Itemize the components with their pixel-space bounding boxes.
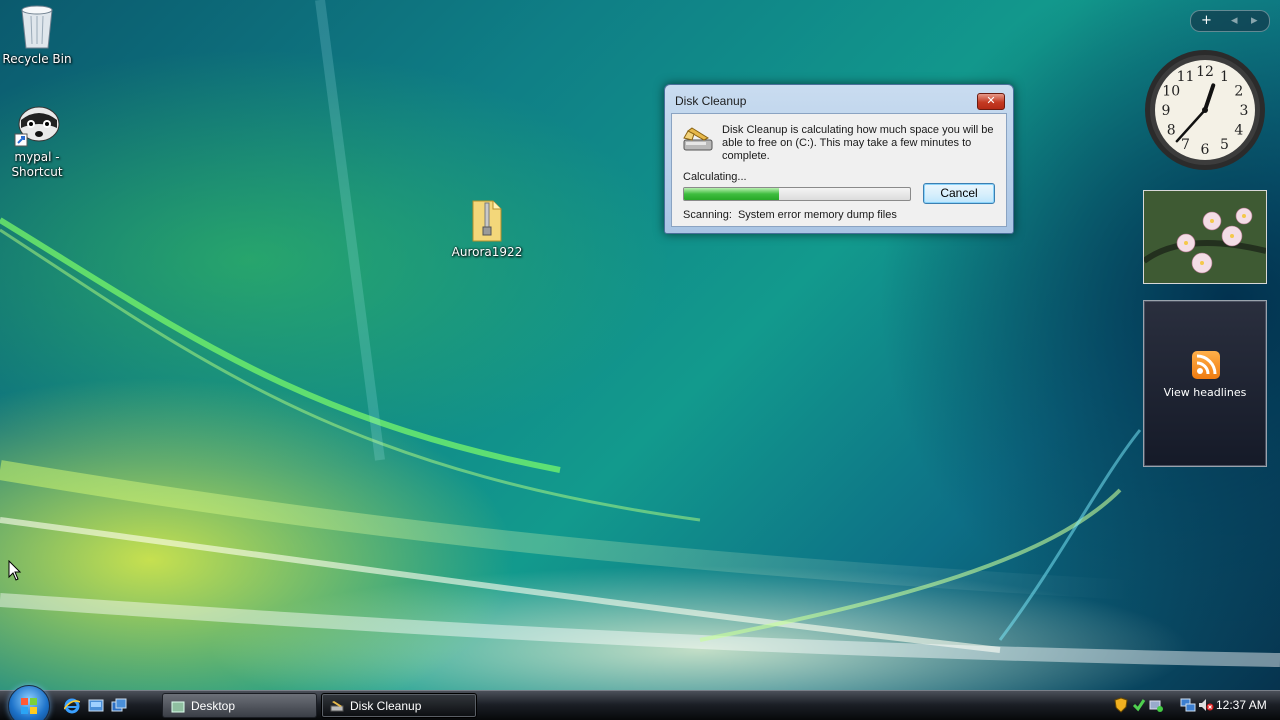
folder-icon (171, 701, 185, 713)
taskbar: Desktop Disk Cleanup 12:37 AM (0, 685, 1280, 720)
recycle-bin-icon (21, 5, 53, 49)
taskbar-item-disk-cleanup[interactable]: Disk Cleanup (321, 693, 477, 718)
recycle-bin-label: Recycle Bin (2, 52, 72, 66)
cancel-button[interactable]: Cancel (923, 183, 995, 204)
aurora-wallpaper (0, 0, 1280, 667)
view-headlines-link[interactable]: View headlines (1144, 386, 1266, 399)
clock-number: 5 (1220, 137, 1229, 153)
mypal-shortcut-desktop-icon[interactable]: mypal - Shortcut (0, 102, 77, 180)
clock-gadget[interactable]: 12 12 3 45678 9 1011 (1143, 48, 1267, 172)
feed-headlines-gadget[interactable]: View headlines (1143, 300, 1267, 467)
clock-number: 8 (1167, 123, 1176, 139)
taskbar-item-label: Disk Cleanup (350, 699, 422, 713)
switch-windows-icon[interactable] (111, 698, 127, 714)
safely-remove-hardware-icon[interactable] (1148, 697, 1164, 713)
notification-area: 12:37 AM (1110, 691, 1280, 720)
progress-fill (684, 188, 779, 200)
taskbar-item-label: Desktop (191, 699, 236, 713)
clock-number: 11 (1177, 69, 1195, 85)
internet-explorer-icon[interactable] (64, 698, 80, 714)
dialog-message: Disk Cleanup is calculating how much spa… (722, 124, 994, 162)
zip-folder-icon (472, 200, 502, 242)
add-gadget-icon[interactable]: + (1201, 13, 1212, 28)
scanning-value: System error memory dump files (737, 209, 897, 221)
slideshow-gadget[interactable] (1143, 190, 1267, 284)
start-button[interactable] (8, 685, 50, 720)
close-icon: ✕ (986, 94, 996, 107)
clock-number: 1 (1220, 69, 1229, 85)
recycle-bin-desktop-icon[interactable]: Recycle Bin (0, 2, 77, 67)
rss-feed-icon (1192, 351, 1220, 379)
clock-number: 4 (1234, 123, 1243, 139)
scanning-label: Scanning: (683, 209, 732, 221)
clock-number: 12 (1196, 64, 1214, 80)
mypal-shortcut-label: mypal - Shortcut (11, 150, 63, 179)
previous-page-icon[interactable]: ◂ (1231, 13, 1238, 28)
disk-cleanup-icon (683, 127, 713, 151)
dialog-client-area: Disk Cleanup is calculating how much spa… (671, 113, 1007, 227)
aurora1922-label: Aurora1922 (451, 245, 523, 259)
scanning-row: Scanning: System error memory dump files (683, 209, 897, 221)
network-icon[interactable] (1180, 697, 1196, 713)
show-desktop-icon[interactable] (88, 698, 104, 714)
dialog-titlebar[interactable]: Disk Cleanup ✕ (665, 85, 1013, 113)
clock-number: 6 (1201, 142, 1210, 158)
taskbar-clock[interactable]: 12:37 AM (1216, 698, 1267, 712)
next-page-icon[interactable]: ▸ (1251, 13, 1258, 28)
taskbar-item-desktop[interactable]: Desktop (162, 693, 317, 718)
disk-cleanup-icon (330, 701, 344, 712)
volume-muted-icon[interactable] (1198, 697, 1214, 713)
sidebar-controls: + ◂ ▸ (1190, 10, 1270, 32)
clock-number: 9 (1162, 103, 1171, 119)
aurora1922-desktop-icon[interactable]: Aurora1922 (447, 197, 527, 260)
dialog-title: Disk Cleanup (675, 94, 747, 108)
clock-number: 2 (1234, 84, 1243, 100)
security-shield-icon[interactable] (1114, 697, 1128, 713)
raccoon-app-icon (14, 106, 60, 147)
progress-bar (683, 187, 911, 201)
clock-number: 10 (1162, 84, 1180, 100)
mouse-pointer-icon (8, 560, 22, 581)
close-button[interactable]: ✕ (977, 93, 1005, 110)
calculating-status: Calculating... (683, 171, 747, 183)
windows-logo-icon (21, 698, 37, 714)
disk-cleanup-dialog: Disk Cleanup ✕ Disk Cleanup is calculati… (664, 84, 1014, 234)
clock-number: 7 (1181, 137, 1190, 153)
flower-photo (1144, 191, 1266, 283)
clock-number: 3 (1240, 103, 1249, 119)
desktop: Recycle Bin mypal - Shortcut Aurora1922 (0, 0, 1280, 690)
checkmark-status-icon[interactable] (1132, 698, 1146, 712)
